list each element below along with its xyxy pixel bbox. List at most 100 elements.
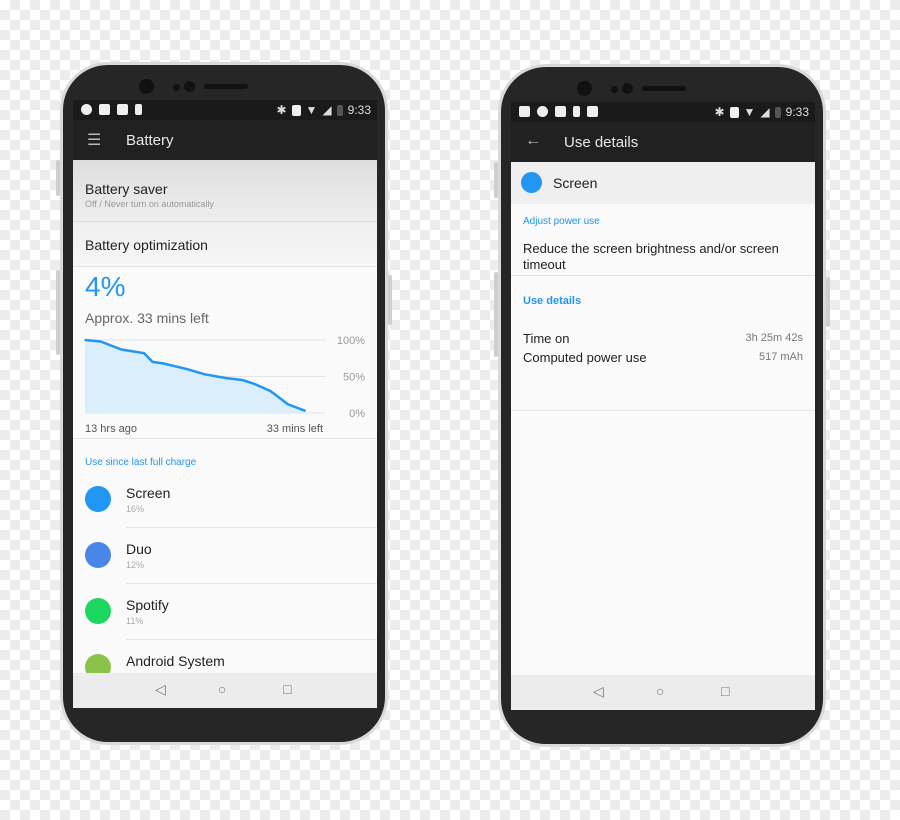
side-button [56, 160, 60, 196]
facebook-icon [519, 106, 530, 117]
battery-level: 4% [85, 271, 126, 302]
hamburger-icon[interactable]: ☰ [87, 130, 101, 150]
app-name: Duo [126, 541, 152, 557]
app-item[interactable]: Spotify 11% [73, 584, 377, 640]
battery-alert-icon [573, 106, 580, 117]
power-use-value: 517 mAh [758, 351, 803, 363]
data-point [242, 379, 244, 381]
app-item[interactable]: Duo 12% [73, 528, 377, 584]
sensor [611, 86, 618, 93]
status-bar: ✱ ▼ ◢ 9:33 [511, 102, 815, 122]
nav-bar: ◁ ○ □ [511, 675, 815, 710]
duo-icon [85, 542, 111, 568]
page-title: Battery [126, 132, 174, 149]
data-point [224, 377, 227, 379]
front-camera [577, 81, 592, 96]
data-point [143, 352, 145, 354]
signal-icon: ◢ [760, 105, 770, 119]
data-point [99, 340, 102, 343]
data-point [269, 390, 272, 392]
section-label: Use since last full charge [85, 457, 197, 468]
data-point [162, 362, 164, 365]
power-button [826, 277, 830, 327]
back-button[interactable]: ◁ [593, 683, 604, 700]
power-use-label: Computed power use [523, 350, 647, 365]
adjust-power-suggestion[interactable]: Reduce the screen brightness and/or scre… [523, 241, 803, 273]
divider [73, 438, 377, 439]
side-button [56, 270, 60, 355]
y-tick-label: 50% [343, 372, 365, 384]
app-name: Screen [126, 485, 171, 501]
app-name: Spotify [126, 597, 169, 613]
image-icon [587, 106, 598, 117]
message-icon [537, 106, 548, 117]
home-button[interactable]: ○ [218, 681, 226, 697]
divider [511, 410, 815, 411]
back-button[interactable]: ◁ [155, 681, 166, 698]
brightness-icon [85, 486, 111, 512]
battery-screen: ✱ ▼ ◢ 9:33 ☰ Battery Battery saver Off / Ne… [73, 100, 377, 708]
time-on-value: 3h 25m 42s [745, 332, 803, 344]
wifi-icon: ▼ [305, 103, 318, 117]
signal-icon: ◢ [322, 103, 332, 117]
battery-optimization-item[interactable]: Battery optimization [73, 222, 377, 267]
data-point [186, 368, 189, 370]
arrow-left-icon[interactable]: ← [525, 132, 541, 150]
power-button [388, 275, 392, 325]
bluetooth-icon: ✱ [714, 105, 725, 119]
home-button[interactable]: ○ [656, 683, 664, 699]
status-bar: ✱ ▼ ◢ 9:33 [73, 100, 377, 120]
toolbar: ← Use details [511, 122, 815, 162]
battery-saver-title: Battery saver [85, 181, 168, 197]
facebook-icon [99, 104, 110, 115]
time-remaining: Approx. 33 mins left [85, 310, 209, 326]
use-details-screen: ✱ ▼ ◢ 9:33 ← Use details Screen Adjust powe… [511, 102, 815, 710]
side-button [494, 272, 498, 357]
toolbar: ☰ Battery [73, 120, 377, 160]
sensor [173, 84, 180, 91]
left-phone: ✱ ▼ ◢ 9:33 ☰ Battery Battery saver Off / Ne… [56, 62, 392, 745]
clock: 9:33 [785, 105, 809, 119]
recents-button[interactable]: □ [283, 681, 291, 697]
adjust-power-label: Adjust power use [523, 216, 600, 227]
front-camera [139, 79, 154, 94]
gmail-icon [555, 106, 566, 117]
nfc-icon [729, 106, 739, 118]
bluetooth-icon: ✱ [276, 103, 287, 117]
data-point [287, 403, 289, 406]
gmail-icon [117, 104, 128, 115]
battery-icon [774, 106, 781, 118]
sensor [622, 83, 633, 94]
side-button [494, 162, 498, 198]
data-point [84, 339, 86, 341]
battery-optimization-title: Battery optimization [85, 237, 208, 253]
page-title: Use details [564, 134, 639, 151]
battery-chart: 100% 50% 0% [84, 335, 365, 420]
battery-icon [336, 104, 343, 116]
y-tick-label: 100% [337, 335, 365, 347]
earpiece [642, 86, 686, 91]
app-name: Android System [126, 653, 225, 669]
app-percent: 12% [126, 560, 145, 570]
clock: 9:33 [347, 103, 371, 117]
y-tick-label: 0% [349, 408, 365, 420]
battery-alert-icon [135, 104, 142, 115]
time-on-label: Time on [523, 331, 570, 346]
app-percent: 16% [126, 504, 145, 514]
right-phone: ✱ ▼ ◢ 9:33 ← Use details Screen Adjust powe… [494, 64, 830, 747]
battery-saver-subtitle: Off / Never turn on automatically [85, 199, 214, 209]
data-point [203, 373, 206, 376]
chart-x-start-label: 13 hrs ago [85, 423, 137, 435]
recents-button[interactable]: □ [721, 683, 729, 699]
earpiece [204, 84, 248, 89]
use-details-label: Use details [523, 295, 582, 307]
chart-x-end-label: 33 mins left [266, 423, 323, 435]
data-point [253, 383, 255, 385]
divider [511, 275, 815, 276]
sensor [184, 81, 195, 92]
data-point [120, 348, 123, 351]
brightness-icon [523, 174, 540, 191]
spotify-icon [85, 598, 111, 624]
battery-saver-item[interactable]: Battery saver Off / Never turn on automa… [73, 160, 377, 222]
app-item[interactable]: Screen 16% [73, 472, 377, 528]
